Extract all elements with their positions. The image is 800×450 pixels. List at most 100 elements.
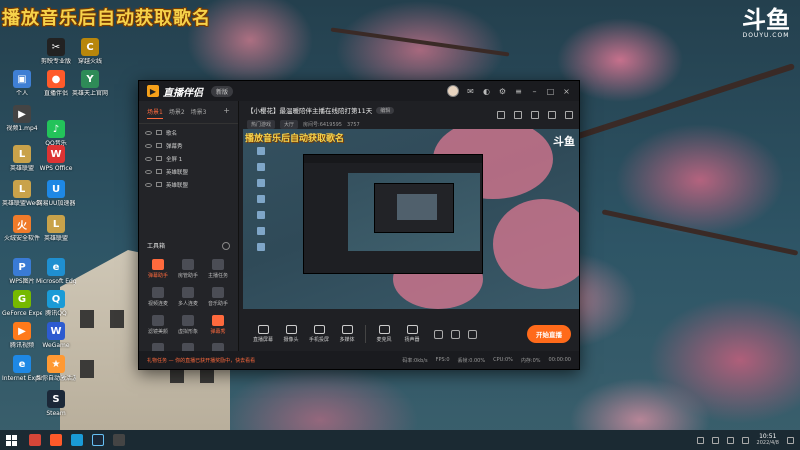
visibility-eye-icon[interactable] <box>145 182 152 187</box>
taskbar-app-icon[interactable] <box>50 434 62 446</box>
desktop-icon[interactable]: e Microsoft Edge <box>36 258 76 285</box>
screen-capture-button[interactable]: 直播屏幕 <box>249 325 277 343</box>
version-pill[interactable]: 新版 <box>211 85 234 97</box>
collapse-icon[interactable] <box>222 241 230 250</box>
app-icon: L <box>13 145 31 163</box>
windows-start-icon[interactable] <box>6 434 17 446</box>
desktop-icon[interactable]: ♪ QQ音乐 <box>36 120 76 147</box>
video-icon[interactable] <box>434 329 443 339</box>
add-scene-button[interactable]: + <box>223 107 230 119</box>
tool-button[interactable]: 房管助手 <box>173 259 203 279</box>
source-item[interactable]: 英雄联盟 <box>139 178 238 191</box>
tool-button[interactable]: 主播任务 <box>203 259 233 279</box>
tool-icon <box>212 259 224 270</box>
tool-icon <box>152 287 164 298</box>
visibility-eye-icon[interactable] <box>145 143 152 148</box>
desktop-icon[interactable]: C 穿越火线 <box>70 38 110 65</box>
app-icon: e <box>47 258 65 276</box>
message-icon[interactable]: ✉ <box>466 87 475 96</box>
desktop-icon[interactable]: L 英雄联盟 <box>36 215 76 242</box>
source-type-icon <box>156 182 162 187</box>
live-companion-window: ▶ 直播伴侣 新版 ✉ ◐ ⚙ ≡ – □ × 场景1 场景2 场景3 + 歌名 <box>138 80 580 370</box>
app-icon: P <box>13 258 31 276</box>
gift-icon[interactable] <box>514 111 522 119</box>
input-method-icon[interactable] <box>741 436 749 444</box>
desktop-icon[interactable]: Q 腾讯QQ <box>36 290 76 317</box>
taskbar-app-icon[interactable] <box>71 434 83 446</box>
category-pill[interactable]: 热门游戏 <box>247 120 276 129</box>
tool-button[interactable]: 弹幕秀 <box>203 315 233 335</box>
taskbar-app-icon[interactable] <box>92 434 104 446</box>
subcategory-pill[interactable]: 大厅 <box>280 120 299 129</box>
desktop-icon[interactable]: U 网易UU加速器 <box>36 180 76 207</box>
tool-button[interactable]: 多人连麦 <box>173 287 203 307</box>
app-logo: ▶ 直播伴侣 <box>147 84 203 99</box>
start-live-button[interactable]: 开始直播 <box>527 325 571 343</box>
maximize-icon[interactable]: □ <box>546 87 555 96</box>
microphone-button[interactable]: 麦克风 <box>370 325 398 343</box>
tool-button[interactable]: 音乐助手 <box>203 287 233 307</box>
skin-icon[interactable]: ◐ <box>482 87 491 96</box>
nested-app-window <box>303 154 483 274</box>
phone-icon <box>313 325 325 334</box>
tool-button[interactable]: 滤镜美颜 <box>143 315 173 335</box>
visibility-eye-icon[interactable] <box>145 156 152 161</box>
camera-button[interactable]: 摄像头 <box>277 325 305 343</box>
status-cpu: CPU:0% <box>493 357 513 363</box>
media-button[interactable]: 多媒体 <box>333 325 361 343</box>
desktop-icon[interactable]: ★ 帮你自动激活游戏 <box>36 355 76 382</box>
app-titlebar[interactable]: ▶ 直播伴侣 新版 ✉ ◐ ⚙ ≡ – □ × <box>139 81 579 101</box>
visibility-eye-icon[interactable] <box>145 130 152 135</box>
tab-scene-2[interactable]: 场景2 <box>169 107 185 119</box>
tab-scene-3[interactable]: 场景3 <box>191 107 207 119</box>
source-name: 弹幕秀 <box>166 143 183 150</box>
menu-icon[interactable]: ≡ <box>514 87 523 96</box>
source-item[interactable]: 全屏 1 <box>139 152 238 165</box>
taskbar-clock[interactable]: 10:51 2022/4/8 <box>757 433 779 447</box>
gear-icon[interactable] <box>468 329 477 339</box>
tool-icon <box>182 287 194 298</box>
source-item[interactable]: 弹幕秀 <box>139 139 238 152</box>
share-icon[interactable] <box>565 111 573 119</box>
network-icon[interactable] <box>711 436 719 444</box>
speaker-button[interactable]: 扬声器 <box>398 325 426 343</box>
notification-center-icon[interactable] <box>787 436 794 444</box>
taskbar-app-icon[interactable] <box>113 434 125 446</box>
source-item[interactable]: 英雄联盟 <box>139 165 238 178</box>
desktop-icon[interactable]: S Steam <box>36 390 76 417</box>
room-title[interactable]: 【小樱花】最温暖陪伴主播在线陪打第11天 <box>247 105 372 115</box>
overlay-title: 播放音乐后自动获取歌名 <box>2 8 211 29</box>
tool-button[interactable]: 视频连麦 <box>143 287 173 307</box>
desktop-icon[interactable]: W WeGame <box>36 322 76 349</box>
viewer-count: 3757 <box>346 121 360 128</box>
desktop-icon[interactable]: Y 英雄天上官网 <box>70 70 110 97</box>
tool-button[interactable]: 虚拟形象 <box>173 315 203 335</box>
tool-label: 弹幕助手 <box>147 273 168 279</box>
volume-icon[interactable] <box>726 436 734 444</box>
source-item[interactable]: 歌名 <box>139 126 238 139</box>
close-icon[interactable]: × <box>562 87 571 96</box>
tray-up-icon[interactable] <box>696 436 704 444</box>
notification-icon[interactable] <box>548 111 556 119</box>
app-icon: ♪ <box>47 120 65 138</box>
edit-title-button[interactable]: 编辑 <box>376 106 395 114</box>
scene-tabs: 场景1 场景2 场景3 + <box>139 101 238 124</box>
control-label: 摄像头 <box>283 337 299 343</box>
tab-scene-1[interactable]: 场景1 <box>147 107 163 119</box>
desktop-icon[interactable]: W WPS Office <box>36 145 76 172</box>
taskbar-app-icon[interactable] <box>29 434 41 446</box>
minimize-icon[interactable]: – <box>530 87 539 96</box>
eye-icon[interactable] <box>451 329 460 339</box>
desktop-icon-label: 网易UU加速器 <box>36 200 76 207</box>
status-notice[interactable]: 礼物任务 — 你的直播已获开播奖励中，快去看看 <box>147 357 255 364</box>
record-icon[interactable] <box>531 111 539 119</box>
phone-cast-button[interactable]: 手机投屏 <box>305 325 333 343</box>
user-avatar[interactable] <box>447 85 459 97</box>
tool-button[interactable]: 弹幕助手 <box>143 259 173 279</box>
stream-preview[interactable]: 播放音乐后自动获取歌名 斗鱼 <box>243 129 579 309</box>
app-icon: L <box>47 215 65 233</box>
store-icon[interactable] <box>497 111 505 119</box>
taskbar: 10:51 2022/4/8 <box>0 430 800 450</box>
visibility-eye-icon[interactable] <box>145 169 152 174</box>
settings-icon[interactable]: ⚙ <box>498 87 507 96</box>
